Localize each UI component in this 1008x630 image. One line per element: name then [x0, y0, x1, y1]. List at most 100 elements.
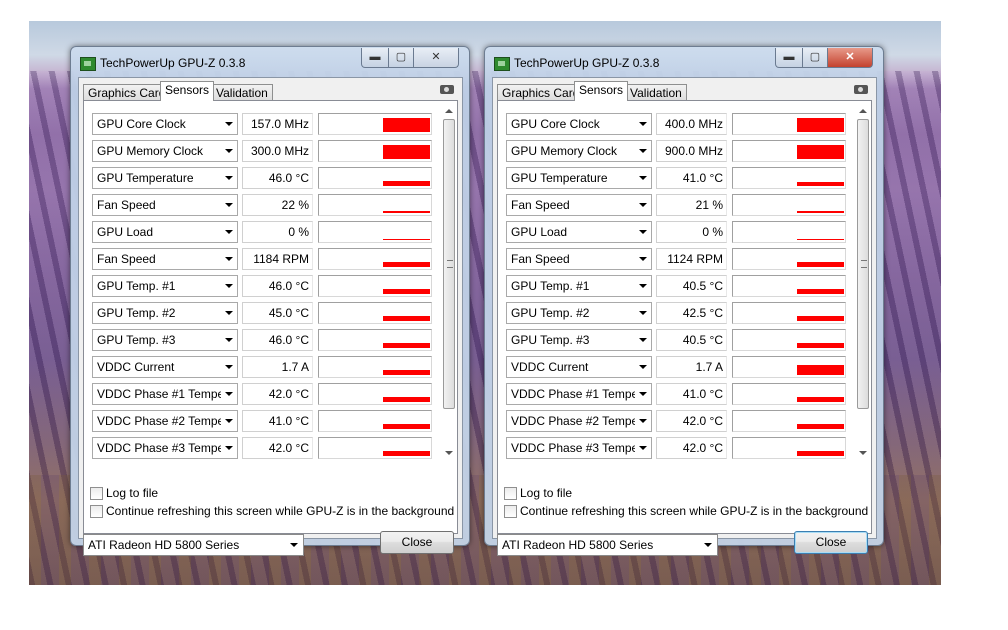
camera-icon[interactable]	[854, 85, 868, 94]
graph-svg	[383, 343, 430, 348]
sensor-row: GPU Temp. #3 46.0 °C	[92, 329, 437, 351]
tab-validation[interactable]: Validation	[211, 84, 273, 101]
chevron-down-icon	[225, 203, 233, 207]
sensor-name: Fan Speed	[97, 252, 156, 266]
tab-graphics-card[interactable]: Graphics Card	[497, 84, 585, 101]
camera-icon[interactable]	[440, 85, 454, 94]
chevron-down-icon	[639, 284, 647, 288]
graph-bar	[383, 316, 430, 321]
sensor-select[interactable]: GPU Temp. #2	[92, 302, 238, 324]
tab-graphics-card[interactable]: Graphics Card	[83, 84, 171, 101]
vertical-scrollbar[interactable]	[442, 105, 456, 459]
maximize-button[interactable]: ▢	[802, 48, 828, 68]
sensor-select[interactable]: GPU Temperature	[506, 167, 652, 189]
sensor-select[interactable]: GPU Temp. #2	[506, 302, 652, 324]
graph-svg	[383, 397, 430, 402]
tab-sensors[interactable]: Sensors	[160, 81, 215, 101]
sensor-select[interactable]: VDDC Current	[92, 356, 238, 378]
sensor-name: Fan Speed	[511, 252, 570, 266]
chevron-down-icon	[639, 230, 647, 234]
sensor-row: GPU Memory Clock 300.0 MHz	[92, 140, 437, 162]
sensor-select[interactable]: GPU Temp. #1	[506, 275, 652, 297]
minimize-button[interactable]: ▬	[775, 48, 803, 68]
sensor-select[interactable]: Fan Speed	[92, 248, 238, 270]
sensor-select[interactable]: VDDC Phase #1 Temperature	[506, 383, 652, 405]
sensor-value-text: 22 %	[281, 198, 309, 212]
gpuz-app-icon	[80, 57, 96, 71]
sensor-value: 42.5 °C	[656, 302, 727, 324]
sensor-select[interactable]: GPU Core Clock	[506, 113, 652, 135]
close-window-button[interactable]: ✕	[413, 48, 459, 68]
scroll-down-icon[interactable]	[445, 451, 453, 455]
tab-sensors[interactable]: Sensors	[574, 81, 629, 101]
sensor-row: VDDC Phase #1 Temperature 42.0 °C	[92, 383, 437, 405]
checkbox-box[interactable]	[90, 505, 103, 518]
sensor-select[interactable]: GPU Memory Clock	[92, 140, 238, 162]
graph-svg	[383, 451, 430, 456]
checkbox-box[interactable]	[504, 487, 517, 500]
minimize-button[interactable]: ▬	[361, 48, 389, 68]
device-select[interactable]: ATI Radeon HD 5800 Series	[497, 534, 718, 556]
checkbox-box[interactable]	[504, 505, 517, 518]
sensor-select[interactable]: VDDC Phase #3 Temperature	[92, 437, 238, 459]
sensor-value-text: 1.7 A	[695, 360, 723, 374]
title-bar[interactable]: TechPowerUp GPU-Z 0.3.8 ▬ ▢ ✕	[485, 47, 883, 77]
sensor-name: VDDC Phase #2 Temperature	[511, 414, 635, 428]
sensor-value: 40.5 °C	[656, 275, 727, 297]
scroll-thumb[interactable]	[857, 119, 869, 409]
gpuz-window-1[interactable]: TechPowerUp GPU-Z 0.3.8 ▬ ▢ ✕ Graphics Card S…	[70, 46, 470, 556]
scroll-down-icon[interactable]	[859, 451, 867, 455]
checkbox-box[interactable]	[90, 487, 103, 500]
sensor-select[interactable]: VDDC Phase #2 Temperature	[506, 410, 652, 432]
sensor-name: GPU Memory Clock	[511, 144, 618, 158]
sensor-select[interactable]: GPU Temp. #3	[92, 329, 238, 351]
grip-icon	[447, 260, 453, 268]
close-button[interactable]: Close	[380, 531, 454, 554]
tab-validation[interactable]: Validation	[625, 84, 687, 101]
sensor-select[interactable]: VDDC Phase #2 Temperature	[92, 410, 238, 432]
sensor-value-text: 42.0 °C	[682, 414, 723, 428]
sensor-select[interactable]: Fan Speed	[506, 194, 652, 216]
sensor-graph	[318, 140, 432, 162]
sensor-select[interactable]: GPU Load	[92, 221, 238, 243]
sensor-select[interactable]: VDDC Current	[506, 356, 652, 378]
sensor-value: 1.7 A	[656, 356, 727, 378]
close-button[interactable]: Close	[794, 531, 868, 554]
maximize-button[interactable]: ▢	[388, 48, 414, 68]
sensor-select[interactable]: GPU Load	[506, 221, 652, 243]
checkbox-label: Continue refreshing this screen while GP…	[106, 504, 455, 518]
sensor-select[interactable]: GPU Temp. #3	[506, 329, 652, 351]
gpuz-window-2[interactable]: TechPowerUp GPU-Z 0.3.8 ▬ ▢ ✕ Graphics Card S…	[484, 46, 884, 556]
sensor-value: 0 %	[656, 221, 727, 243]
sensor-select[interactable]: Fan Speed	[92, 194, 238, 216]
sensor-name: GPU Load	[511, 225, 568, 239]
close-window-button[interactable]: ✕	[827, 48, 873, 68]
sensor-select[interactable]: VDDC Phase #1 Temperature	[92, 383, 238, 405]
chevron-down-icon	[225, 392, 233, 396]
sensor-row: GPU Temp. #2 42.5 °C	[506, 302, 851, 324]
sensor-select[interactable]: VDDC Phase #3 Temperature	[506, 437, 652, 459]
sensor-row: GPU Load 0 %	[92, 221, 437, 243]
chevron-down-icon	[639, 392, 647, 396]
sensor-name: Fan Speed	[511, 198, 570, 212]
title-bar[interactable]: TechPowerUp GPU-Z 0.3.8 ▬ ▢ ✕	[71, 47, 469, 77]
sensor-select[interactable]: GPU Temp. #1	[92, 275, 238, 297]
sensor-select[interactable]: GPU Memory Clock	[506, 140, 652, 162]
vertical-scrollbar[interactable]	[856, 105, 870, 459]
sensor-select[interactable]: GPU Core Clock	[92, 113, 238, 135]
sensor-graph	[732, 437, 846, 459]
sensor-value-text: 1184 RPM	[253, 252, 309, 266]
sensor-value: 22 %	[242, 194, 313, 216]
scroll-up-icon[interactable]	[859, 109, 867, 113]
sensor-row: Fan Speed 1124 RPM	[506, 248, 851, 270]
graph-bar	[797, 239, 844, 240]
device-select[interactable]: ATI Radeon HD 5800 Series	[83, 534, 304, 556]
scroll-up-icon[interactable]	[445, 109, 453, 113]
window-title: TechPowerUp GPU-Z 0.3.8	[514, 56, 660, 70]
sensor-select[interactable]: Fan Speed	[506, 248, 652, 270]
sensor-graph	[732, 194, 846, 216]
scroll-thumb[interactable]	[443, 119, 455, 409]
chevron-down-icon	[225, 419, 233, 423]
sensor-value: 46.0 °C	[242, 167, 313, 189]
sensor-select[interactable]: GPU Temperature	[92, 167, 238, 189]
